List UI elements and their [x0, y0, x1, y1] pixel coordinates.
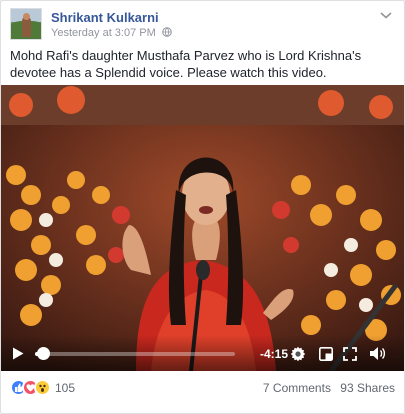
video-progress-knob[interactable]	[37, 347, 50, 360]
picture-in-picture-icon[interactable]	[319, 347, 333, 361]
post-header: Shrikant Kulkarni Yesterday at 3:07 PM	[10, 8, 395, 44]
wow-icon	[34, 379, 51, 396]
comments-count[interactable]: 7 Comments	[263, 381, 331, 395]
fullscreen-icon[interactable]	[343, 347, 357, 361]
chevron-down-icon[interactable]	[379, 10, 393, 20]
post-timestamp[interactable]: Yesterday at 3:07 PM	[51, 27, 172, 39]
post-footer: 105 7 Comments 93 Shares	[10, 379, 395, 399]
video-time-remaining: -4:15	[260, 347, 289, 361]
post-text: Mohd Rafi's daughter Musthafa Parvez who…	[10, 48, 362, 80]
author-name[interactable]: Shrikant Kulkarni	[51, 10, 159, 25]
play-icon[interactable]	[12, 347, 24, 360]
globe-icon	[162, 27, 172, 37]
video-frame	[1, 85, 404, 371]
avatar[interactable]	[10, 8, 42, 40]
post-card: Shrikant Kulkarni Yesterday at 3:07 PM M…	[0, 0, 405, 414]
video-player[interactable]: -4:15	[1, 85, 404, 371]
reaction-count[interactable]: 105	[55, 381, 75, 395]
video-progress-bar[interactable]	[35, 352, 235, 356]
engagement-stats: 7 Comments 93 Shares	[257, 381, 395, 395]
video-controls: -4:15	[1, 335, 404, 371]
volume-icon[interactable]	[369, 346, 386, 361]
gear-icon[interactable]	[290, 346, 306, 362]
timestamp-text[interactable]: Yesterday at 3:07 PM	[51, 27, 156, 39]
shares-count[interactable]: 93 Shares	[340, 381, 395, 395]
